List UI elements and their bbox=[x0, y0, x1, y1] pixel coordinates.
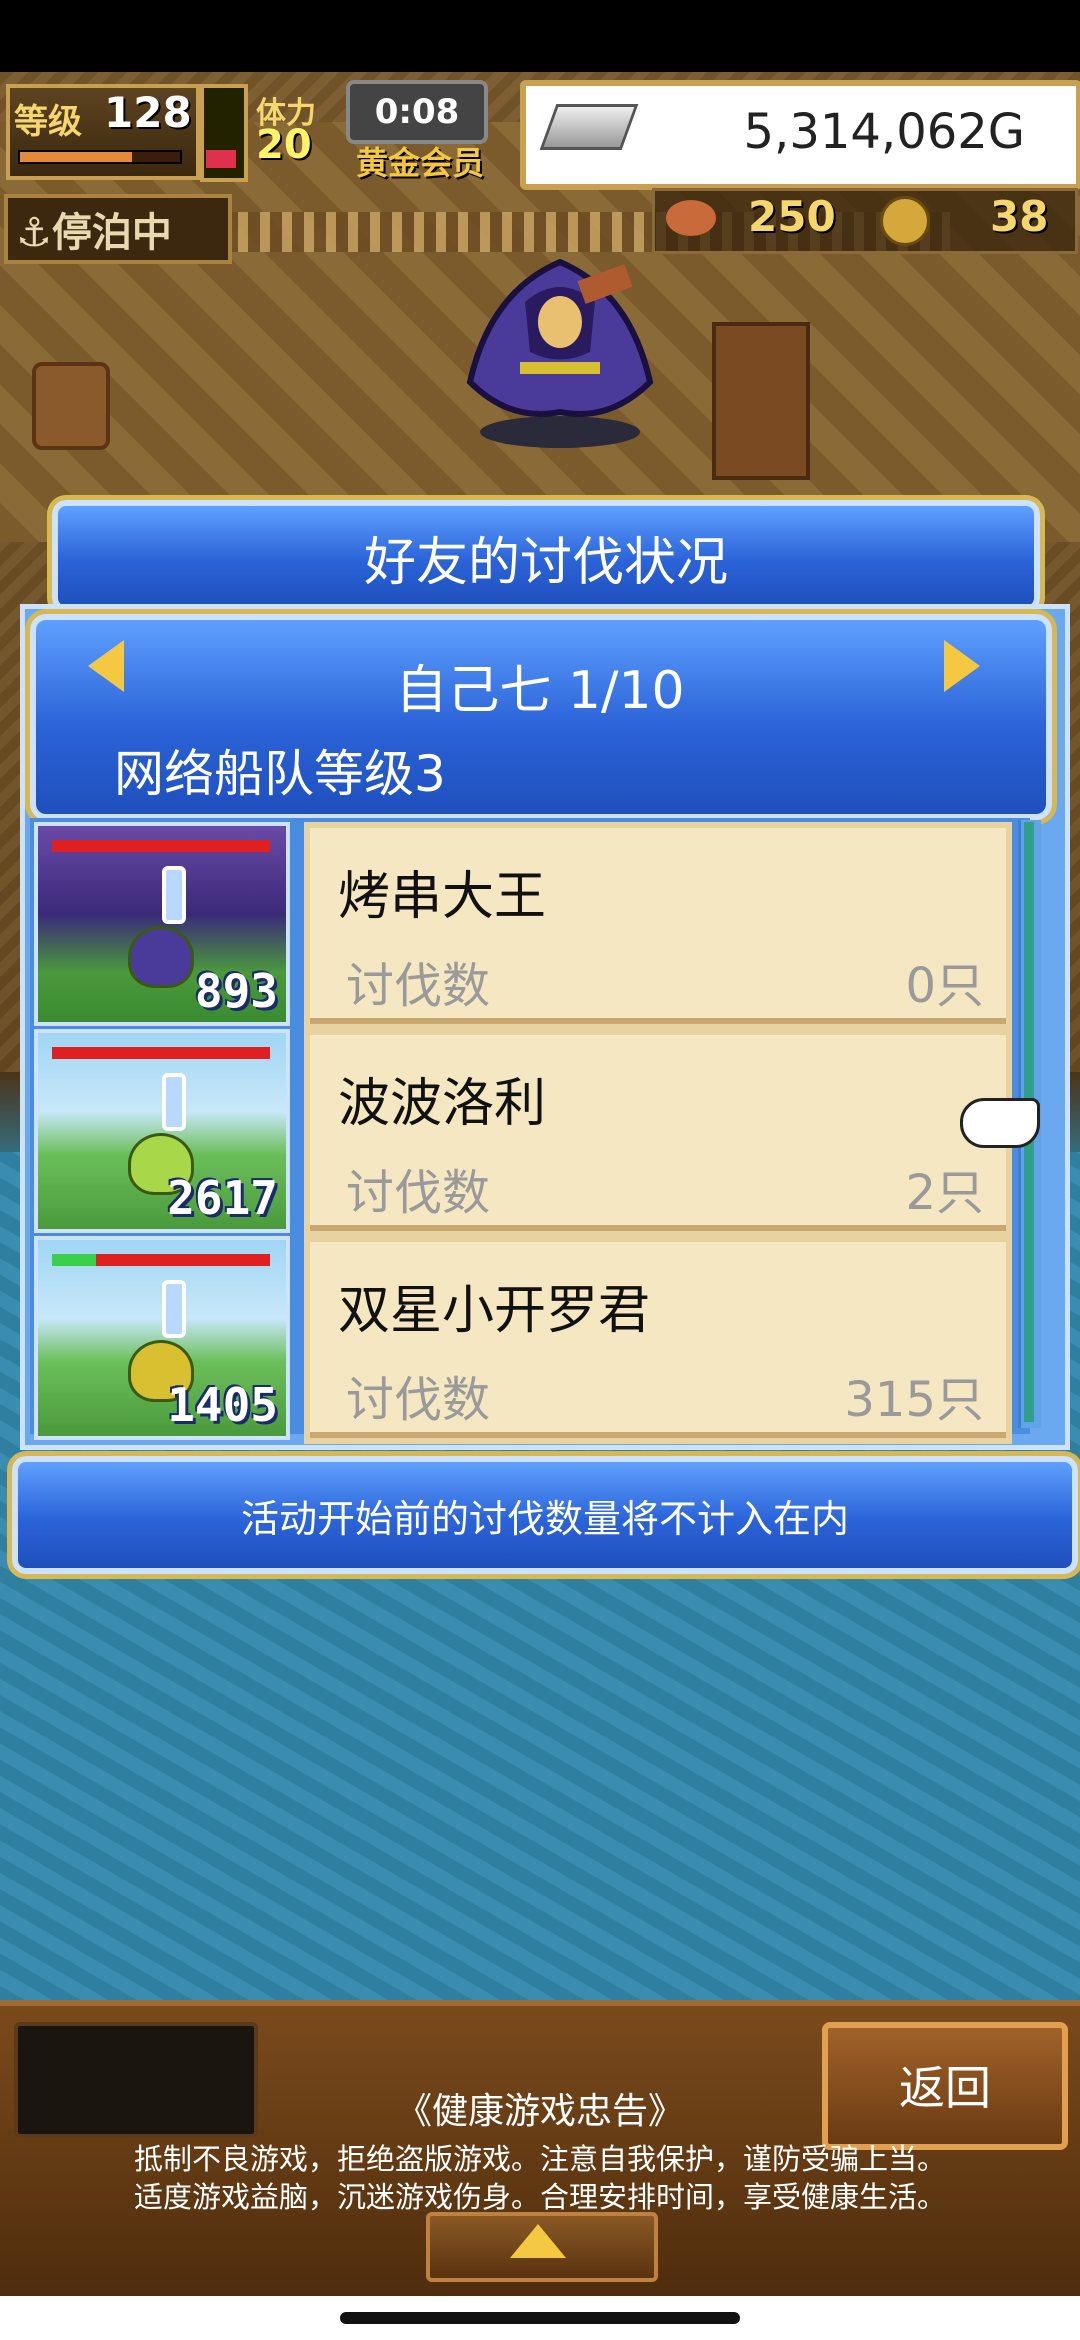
coin-amount: 38 bbox=[990, 192, 1049, 241]
monster-hp-bar bbox=[52, 1254, 270, 1266]
dialog-title: 好友的讨伐状况 bbox=[363, 533, 728, 593]
stamina-gauge-fill bbox=[206, 150, 236, 168]
status-bar bbox=[0, 0, 1080, 72]
dock-status-text: 停泊中 bbox=[51, 210, 172, 256]
monster-name: 烤串大王 bbox=[338, 867, 547, 927]
hand-pointer-icon bbox=[960, 1098, 1040, 1148]
stamina-value: 20 bbox=[256, 122, 312, 168]
monster-hp-fill bbox=[52, 840, 270, 852]
monster-info-card[interactable]: 双星小开罗君讨伐数 315只 bbox=[304, 1236, 1012, 1444]
friend-name: 自己七 1/10 bbox=[395, 661, 685, 721]
health-advisory-line-1: 抵制不良游戏，拒绝盗版游戏。注意自我保护，谨防受骗上当。 bbox=[133, 2142, 946, 2176]
barrel bbox=[32, 362, 110, 450]
monster-row[interactable]: 1405 双星小开罗君讨伐数 315只 bbox=[34, 1236, 1034, 1444]
gold-amount: 5,314,062G bbox=[743, 104, 1025, 160]
monster-name: 波波洛利 bbox=[338, 1074, 547, 1134]
monster-row[interactable]: 2617 波波洛利讨伐数 2只 bbox=[34, 1029, 1034, 1237]
monster-number: 1405 bbox=[167, 1378, 278, 1432]
monster-hp-bar bbox=[52, 1047, 270, 1059]
anchor-icon: ⚓ bbox=[16, 210, 52, 256]
defeat-count-label: 讨伐数 bbox=[346, 1165, 491, 1221]
monster-hp-fill bbox=[52, 1047, 270, 1059]
monster-hp-green-fill bbox=[52, 1254, 96, 1266]
monster-sprite bbox=[128, 926, 194, 988]
monster-info-card[interactable]: 烤串大王讨伐数 0只 bbox=[304, 822, 1012, 1030]
health-advisory-line-2: 适度游戏益脑，沉迷游戏伤身。合理安排时间，享受健康生活。 bbox=[133, 2180, 946, 2214]
level-label: 等级 bbox=[14, 102, 82, 142]
monster-thumbnail[interactable]: 893 bbox=[34, 822, 290, 1026]
defeat-count-value: 315只 bbox=[844, 1372, 984, 1428]
dock-status-label: ⚓停泊中 bbox=[16, 200, 172, 258]
gold-bar-icon bbox=[539, 104, 639, 150]
alert-exclamation-icon bbox=[162, 1280, 186, 1338]
fleet-level: 网络船队等级3 bbox=[114, 745, 446, 803]
defeat-count-label: 讨伐数 bbox=[346, 1372, 491, 1428]
exp-bar-fill bbox=[20, 152, 132, 162]
defeat-count-value: 2只 bbox=[905, 1165, 984, 1221]
defeat-count-label: 讨伐数 bbox=[346, 958, 491, 1014]
monster-number: 2617 bbox=[167, 1171, 278, 1225]
home-indicator[interactable] bbox=[340, 2312, 740, 2324]
alert-exclamation-icon bbox=[162, 866, 186, 924]
monster-number: 893 bbox=[194, 964, 278, 1018]
arrow-up-icon bbox=[510, 2224, 566, 2258]
monster-name: 双星小开罗君 bbox=[338, 1281, 651, 1341]
monster-row[interactable]: 893 烤串大王讨伐数 0只 bbox=[34, 822, 1034, 1030]
gold-membership-badge[interactable]: 黄金会员 bbox=[356, 138, 484, 184]
level-value: 128 bbox=[104, 88, 192, 137]
medal-coin-icon bbox=[880, 196, 930, 246]
food-amount: 250 bbox=[748, 192, 836, 241]
cabin-door bbox=[712, 322, 810, 480]
monster-thumbnail[interactable]: 1405 bbox=[34, 1236, 290, 1440]
monster-thumbnail[interactable]: 2617 bbox=[34, 1029, 290, 1233]
notice-text: 活动开始前的讨伐数量将不计入在内 bbox=[240, 1497, 849, 1541]
food-meat-icon bbox=[666, 200, 716, 236]
stamina-timer: 0:08 bbox=[346, 80, 488, 144]
monster-hp-bar bbox=[52, 840, 270, 852]
health-advisory-title: 《健康游戏忠告》 bbox=[395, 2091, 684, 2132]
defeat-count-value: 0只 bbox=[905, 958, 984, 1014]
monster-info-card[interactable]: 波波洛利讨伐数 2只 bbox=[304, 1029, 1012, 1237]
hooded-sorcerer-character[interactable] bbox=[430, 232, 690, 452]
alert-exclamation-icon bbox=[162, 1073, 186, 1131]
